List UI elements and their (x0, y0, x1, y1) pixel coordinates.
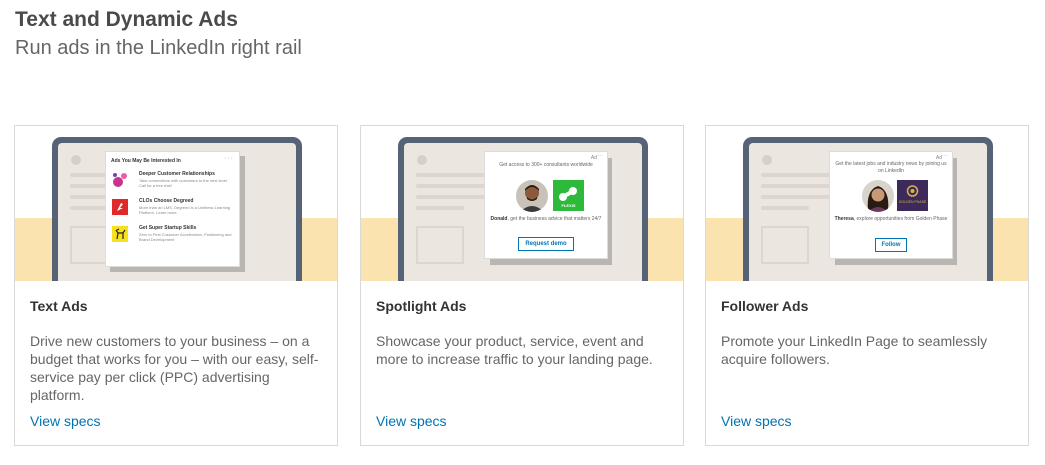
more-icon: ··· (224, 155, 234, 162)
follower-ads-illustration: Ad ··· Get the latest jobs and industry … (706, 126, 1028, 281)
view-specs-link[interactable]: View specs (376, 413, 447, 429)
request-demo-button: Request demo (518, 237, 574, 251)
card-title: Follower Ads (721, 298, 809, 314)
card-description: Promote your LinkedIn Page to seamlessly… (721, 333, 988, 367)
person-avatar-icon (516, 180, 548, 212)
page-subtitle: Run ads in the LinkedIn right rail (15, 37, 302, 59)
golden-phase-logo-icon (906, 185, 919, 197)
person-avatar (516, 180, 548, 212)
card-title: Text Ads (30, 298, 88, 314)
preview-top-text: Get the latest jobs and industry news by… (835, 161, 947, 174)
pink-circles-logo-icon (113, 173, 127, 187)
preview-body-text: Donald, get the business advice that mat… (490, 216, 602, 222)
person-avatar-icon (862, 180, 894, 212)
more-icon: ··· (597, 153, 603, 159)
spotlight-ads-illustration: Ad ··· Get access to 300+ consultants wo… (361, 126, 683, 281)
view-specs-link[interactable]: View specs (721, 413, 792, 429)
degreed-logo-icon (112, 199, 128, 215)
deer-logo-icon (112, 226, 128, 242)
card-description: Showcase your product, service, event an… (376, 333, 653, 367)
spotlight-ads-card: Ad ··· Get access to 300+ consultants wo… (360, 125, 684, 446)
follower-preview-panel: Ad ··· Get the latest jobs and industry … (829, 151, 953, 259)
text-ads-preview-panel: Ads You May Be Interested In ··· Deeper … (105, 151, 240, 267)
preview-ad-item: Deeper Customer Relationships Take conne… (111, 170, 235, 194)
page-header: Text and Dynamic Ads Run ads in the Link… (15, 6, 302, 61)
golden-phase-logo: GOLDEN PHASE (897, 180, 928, 211)
preview-heading: Ads You May Be Interested In (111, 158, 181, 164)
page-title: Text and Dynamic Ads (15, 8, 238, 31)
preview-top-text: Get access to 300+ consultants worldwide (499, 162, 593, 168)
flexis-logo: FLEXIS (553, 180, 584, 211)
follow-button: Follow (875, 238, 907, 252)
text-ads-illustration: Ads You May Be Interested In ··· Deeper … (15, 126, 337, 281)
more-icon: ··· (942, 153, 948, 159)
card-description: Drive new customers to your business – o… (30, 333, 319, 403)
text-ads-card: Ads You May Be Interested In ··· Deeper … (14, 125, 338, 446)
view-specs-link[interactable]: View specs (30, 413, 101, 429)
preview-body-text: Theresa, explore opportunities from Gold… (834, 216, 948, 222)
preview-ad-item: Get Super Startup Skills Zero to First C… (111, 224, 235, 248)
spotlight-preview-panel: Ad ··· Get access to 300+ consultants wo… (484, 151, 608, 259)
card-title: Spotlight Ads (376, 298, 467, 314)
person-avatar (862, 180, 894, 212)
follower-ads-card: Ad ··· Get the latest jobs and industry … (705, 125, 1029, 446)
preview-ad-item: CLOs Choose Degreed More than an LMS, De… (111, 197, 235, 221)
